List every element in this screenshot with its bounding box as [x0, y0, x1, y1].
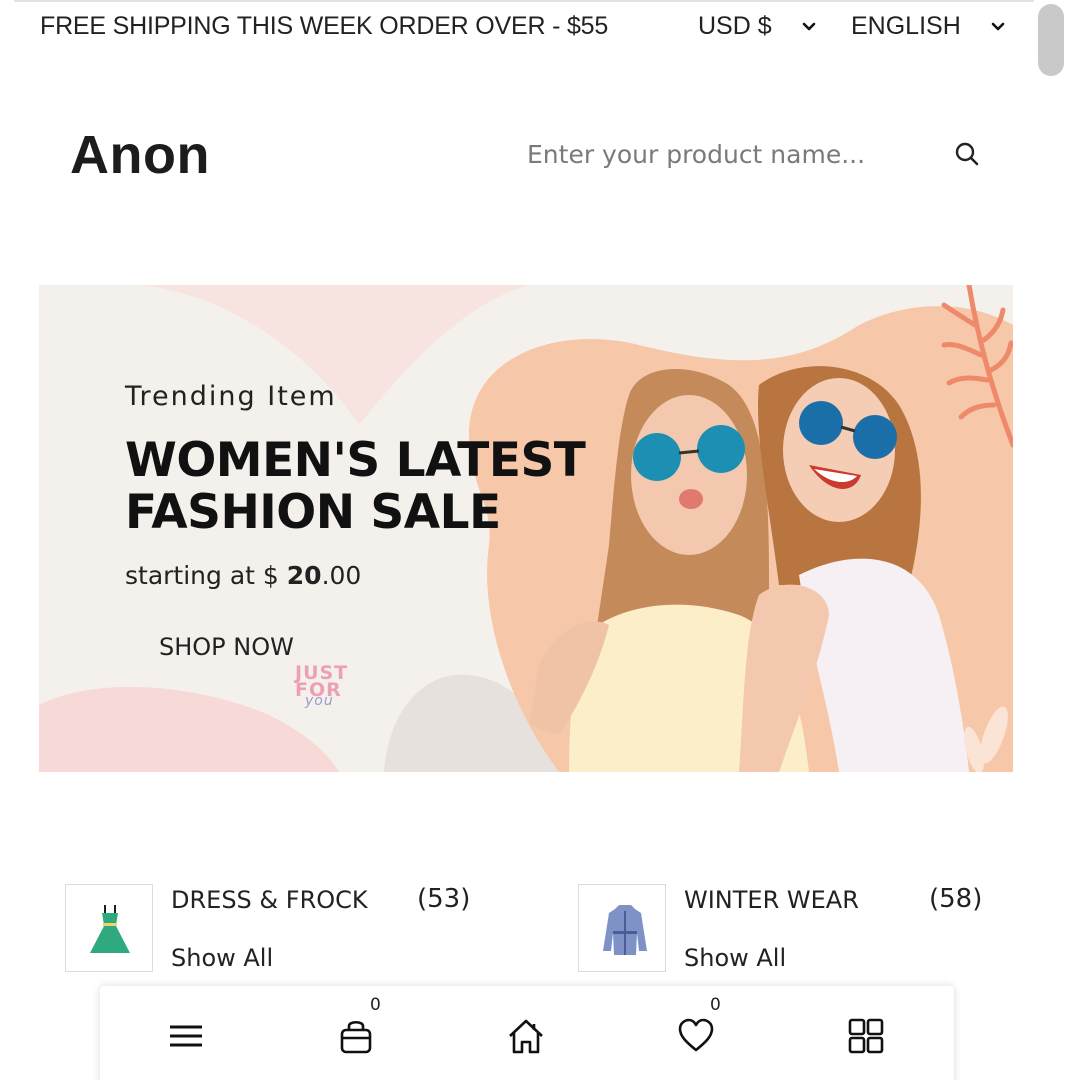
category-card[interactable]: DRESS & FROCK (53) Show All	[65, 884, 505, 974]
banner-price: starting at $ 20.00	[125, 561, 361, 590]
categories-button[interactable]	[842, 1012, 890, 1060]
mobile-bottom-nav: 0 0	[100, 986, 954, 1080]
language-label: ENGLISH	[851, 12, 961, 40]
shop-now-button[interactable]: SHOP NOW	[149, 629, 304, 665]
scrollbar-thumb[interactable]	[1038, 4, 1064, 76]
chevron-down-icon	[802, 22, 815, 30]
category-count: (58)	[929, 884, 983, 914]
price-prefix: starting at $	[125, 561, 287, 590]
shipping-notice: FREE SHIPPING THIS WEEK ORDER OVER - $55	[40, 12, 609, 40]
category-thumbnail	[578, 884, 666, 972]
dress-icon	[90, 905, 130, 953]
price-whole: 20	[286, 561, 322, 590]
stamp-line-3: you	[305, 693, 334, 709]
menu-button[interactable]	[162, 1012, 210, 1060]
category-name: WINTER WEAR	[684, 886, 859, 914]
search-icon[interactable]	[953, 140, 981, 168]
bag-icon	[340, 1020, 372, 1054]
price-decimal: .00	[321, 561, 362, 590]
jacket-icon	[603, 905, 647, 955]
category-card[interactable]: WINTER WEAR (58) Show All	[578, 884, 1018, 974]
search-bar	[515, 128, 995, 180]
hero-banner: Trending Item WOMEN'S LATEST FASHION SAL…	[39, 285, 1013, 772]
banner-subtitle: Trending Item	[125, 381, 337, 412]
category-thumbnail	[65, 884, 153, 972]
chevron-down-icon	[991, 22, 1005, 30]
show-all-link[interactable]: Show All	[684, 944, 786, 972]
cart-button[interactable]: 0	[332, 995, 381, 1060]
currency-select[interactable]: USD $	[698, 12, 816, 41]
currency-label: USD $	[698, 12, 772, 40]
category-name: DRESS & FROCK	[171, 886, 368, 914]
search-input[interactable]	[515, 128, 935, 180]
cart-count-badge: 0	[370, 995, 381, 1015]
top-bar: FREE SHIPPING THIS WEEK ORDER OVER - $55…	[14, 0, 1034, 50]
show-all-link[interactable]: Show All	[171, 944, 273, 972]
menu-icon	[170, 1025, 202, 1047]
heart-icon	[678, 1018, 714, 1052]
home-icon	[509, 1019, 543, 1054]
just-for-you-stamp: JUST FOR you	[295, 664, 355, 735]
home-button[interactable]	[502, 1012, 550, 1060]
category-count: (53)	[417, 884, 471, 914]
wishlist-count-badge: 0	[710, 995, 721, 1015]
banner-title: WOMEN'S LATEST FASHION SALE	[125, 433, 586, 540]
site-logo[interactable]: Anon	[70, 124, 210, 186]
grid-icon	[848, 1018, 884, 1054]
language-select[interactable]: ENGLISH	[851, 12, 1005, 41]
wishlist-button[interactable]: 0	[672, 995, 721, 1060]
